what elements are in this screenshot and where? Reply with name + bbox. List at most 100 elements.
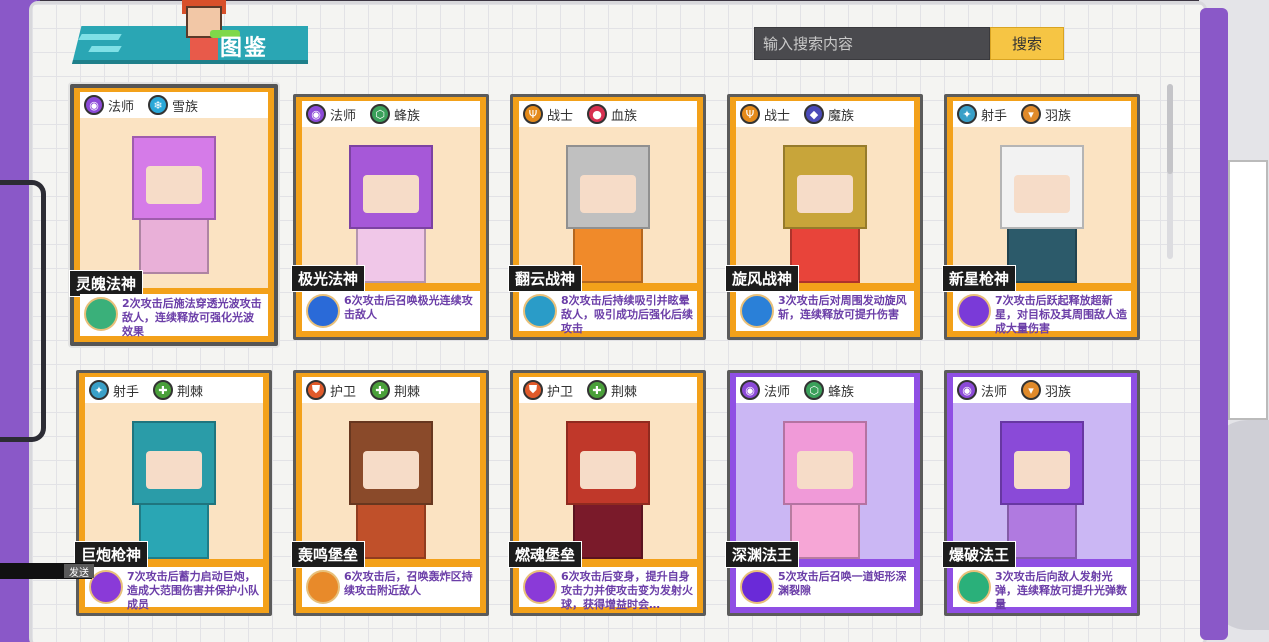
race-label: 荆棘 xyxy=(611,384,638,400)
figure-face xyxy=(146,451,202,489)
skill-description: 3次攻击后对周围发动旋风斩，连续释放可提升伤害 xyxy=(736,291,914,331)
search-field[interactable] xyxy=(754,27,990,60)
guard-role-icon: ⛊ xyxy=(523,380,543,400)
character-name: 轰鸣堡垒 xyxy=(291,541,366,568)
race-label: 羽族 xyxy=(1045,108,1072,124)
character-name: 灵魄法神 xyxy=(69,270,144,297)
figure-body xyxy=(139,503,209,559)
skill-text: 7次攻击后蓄力启动巨炮，造成大范围伤害并保护小队成员 xyxy=(127,570,259,611)
race-label: 雪族 xyxy=(172,99,199,115)
character-portrait xyxy=(519,403,697,559)
character-name: 深渊法王 xyxy=(725,541,800,568)
skill-icon xyxy=(89,570,123,604)
race-label: 荆棘 xyxy=(394,384,421,400)
side-poster xyxy=(1228,160,1268,420)
skill-icon xyxy=(957,294,991,328)
codex-screen: 图鉴 搜索 ◉法师❄雪族灵魄法神2次攻击后施法穿透光波攻击敌人，连续释放可强化光… xyxy=(0,0,1269,642)
skill-text: 6次攻击后变身，提升自身攻击力并使攻击变为发射火球，获得增益时会… xyxy=(561,570,693,611)
character-name: 翻云战神 xyxy=(508,265,583,292)
skill-text: 5次攻击后召唤一道矩形深渊裂隙 xyxy=(778,570,907,597)
character-portrait xyxy=(80,118,268,288)
binder-right-strip xyxy=(1200,8,1228,640)
character-name: 爆破法王 xyxy=(942,541,1017,568)
codex-title-tab: 图鉴 xyxy=(72,0,308,70)
card-tags: ◉ 法师 ❄ 雪族 xyxy=(80,92,268,118)
shooter-role-icon: ✦ xyxy=(957,104,977,124)
character-portrait xyxy=(302,127,480,283)
role-label: 护卫 xyxy=(547,384,574,400)
figure-body xyxy=(573,503,643,559)
search-button[interactable]: 搜索 xyxy=(990,27,1064,60)
card-tags: ◉ 法师 ▾ 羽族 xyxy=(953,377,1131,403)
character-portrait xyxy=(85,403,263,559)
character-card[interactable]: ◉ 法师 ❄ 雪族 灵魄法神 2次攻击后施法穿透光波攻击敌人，连续释放可强化光波效果 xyxy=(69,84,278,346)
figure-face xyxy=(146,166,202,204)
card-tags: ◉ 法师 ⬡ 蜂族 xyxy=(302,101,480,127)
character-name: 新星枪神 xyxy=(942,265,1017,292)
character-card[interactable]: Ψ 战士 ● 血族 翻云战神 8次攻击后持续吸引并眩晕敌人，吸引成功后强化后续攻击 xyxy=(508,94,706,340)
skill-description: 7次攻击后跃起释放超新星，对目标及其周围敌人造成大量伤害 xyxy=(953,291,1131,335)
character-portrait xyxy=(953,127,1131,283)
character-card[interactable]: ◉ 法师 ⬡ 蜂族 极光法神 6次攻击后召唤极光连续攻击敌人 xyxy=(291,94,489,340)
role-label: 法师 xyxy=(108,99,135,115)
character-card[interactable]: ✦ 射手 ✚ 荆棘 巨炮枪神 7次攻击后蓄力启动巨炮，造成大范围伤害并保护小队成员 xyxy=(74,370,272,616)
role-label: 射手 xyxy=(113,384,140,400)
skill-icon xyxy=(84,297,118,331)
race-label: 蜂族 xyxy=(828,384,855,400)
figure-body xyxy=(356,503,426,559)
card-tags: ⛊ 护卫 ✚ 荆棘 xyxy=(519,377,697,403)
mage-role-icon: ◉ xyxy=(740,380,760,400)
feather-race-icon: ▾ xyxy=(1021,104,1042,124)
character-portrait xyxy=(953,403,1131,559)
character-card[interactable]: ⛊ 护卫 ✚ 荆棘轰鸣堡垒 6次攻击后，召唤轰炸区持续攻击附近敌人 xyxy=(291,370,489,616)
character-card[interactable]: ✦ 射手 ▾ 羽族新星枪神 7次攻击后跃起释放超新星，对目标及其周围敌人造成大量伤害 xyxy=(942,94,1140,340)
figure-face xyxy=(363,451,419,489)
bug-race-icon: ⬡ xyxy=(804,380,825,400)
card-tags: ⛊ 护卫 ✚ 荆棘 xyxy=(302,377,480,403)
race-label: 羽族 xyxy=(1045,384,1072,400)
character-portrait xyxy=(302,403,480,559)
skill-icon xyxy=(306,570,340,604)
figure-body xyxy=(139,218,209,274)
skill-icon xyxy=(523,294,557,328)
character-card[interactable]: ◉ 法师 ⬡ 蜂族深渊法王 5次攻击后召唤一道矩形深渊裂隙 xyxy=(725,370,923,616)
card-tags: Ψ 战士 ◆ 魔族 xyxy=(736,101,914,127)
character-portrait xyxy=(736,127,914,283)
skill-description: 6次攻击后，召唤轰炸区持续攻击附近敌人 xyxy=(302,567,480,607)
warrior-role-icon: Ψ xyxy=(523,104,543,124)
figure-face xyxy=(1014,451,1070,489)
demon-race-icon: ◆ xyxy=(804,104,825,124)
figure-face xyxy=(797,451,853,489)
skill-description: 3次攻击后向敌人发射光弹，连续释放可提升光弹数量 xyxy=(953,567,1131,611)
chat-send-button[interactable]: 发送 xyxy=(64,564,94,579)
character-card[interactable]: ◉ 法师 ▾ 羽族爆破法王 3次攻击后向敌人发射光弹，连续释放可提升光弹数量 xyxy=(942,370,1140,616)
thorn-race-icon: ✚ xyxy=(587,380,608,400)
character-name: 燃魂堡垒 xyxy=(508,541,583,568)
scrollbar-thumb[interactable] xyxy=(1167,84,1173,174)
race-label: 魔族 xyxy=(828,108,855,124)
figure-face xyxy=(363,175,419,213)
skill-text: 6次攻击后召唤极光连续攻击敌人 xyxy=(344,294,473,321)
figure-body xyxy=(790,227,860,283)
race-label: 蜂族 xyxy=(394,108,421,124)
race-label: 荆棘 xyxy=(177,384,204,400)
character-card[interactable]: ⛊ 护卫 ✚ 荆棘燃魂堡垒 6次攻击后变身，提升自身攻击力并使攻击变为发射火球，获得增益… xyxy=(508,370,706,616)
character-portrait xyxy=(736,403,914,559)
skill-icon xyxy=(957,570,991,604)
skill-description: 7次攻击后蓄力启动巨炮，造成大范围伤害并保护小队成员 xyxy=(85,567,263,611)
role-label: 法师 xyxy=(764,384,791,400)
character-card[interactable]: Ψ 战士 ◆ 魔族 旋风战神 3次攻击后对周围发动旋风斩，连续释放可提升伤害 xyxy=(725,94,923,340)
thorn-race-icon: ✚ xyxy=(153,380,174,400)
skill-description: 8次攻击后持续吸引并眩晕敌人，吸引成功后强化后续攻击 xyxy=(519,291,697,335)
mage-role-icon: ◉ xyxy=(957,380,977,400)
search-input[interactable] xyxy=(755,28,989,59)
snow-race-icon: ❄ xyxy=(148,95,169,115)
role-label: 战士 xyxy=(764,108,791,124)
figure-body xyxy=(1007,503,1077,559)
figure-body xyxy=(790,503,860,559)
card-tags: ◉ 法师 ⬡ 蜂族 xyxy=(736,377,914,403)
figure-face xyxy=(580,175,636,213)
role-label: 射手 xyxy=(981,108,1008,124)
shooter-role-icon: ✦ xyxy=(89,380,109,400)
binder-clip xyxy=(0,180,46,442)
